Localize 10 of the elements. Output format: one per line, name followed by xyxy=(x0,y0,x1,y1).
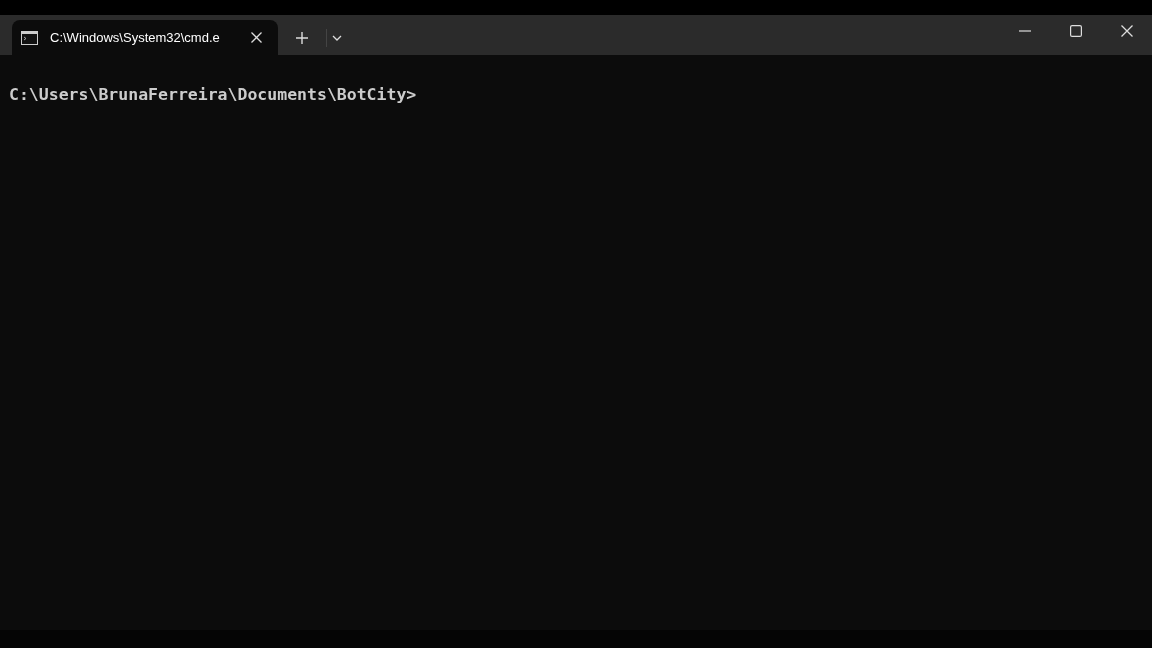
plus-icon xyxy=(295,30,309,45)
console-icon xyxy=(21,30,38,45)
tab-title: C:\Windows\System32\cmd.e xyxy=(50,30,221,45)
close-icon xyxy=(1120,25,1133,37)
chevron-down-icon xyxy=(332,34,342,41)
terminal-line: C:\Users\BrunaFerreira\Documents\BotCity> xyxy=(9,85,418,105)
minimize-icon xyxy=(1018,30,1031,32)
maximize-icon xyxy=(1069,25,1082,37)
tab[interactable]: C:\Windows\System32\cmd.e xyxy=(12,20,278,55)
close-icon xyxy=(251,32,262,43)
